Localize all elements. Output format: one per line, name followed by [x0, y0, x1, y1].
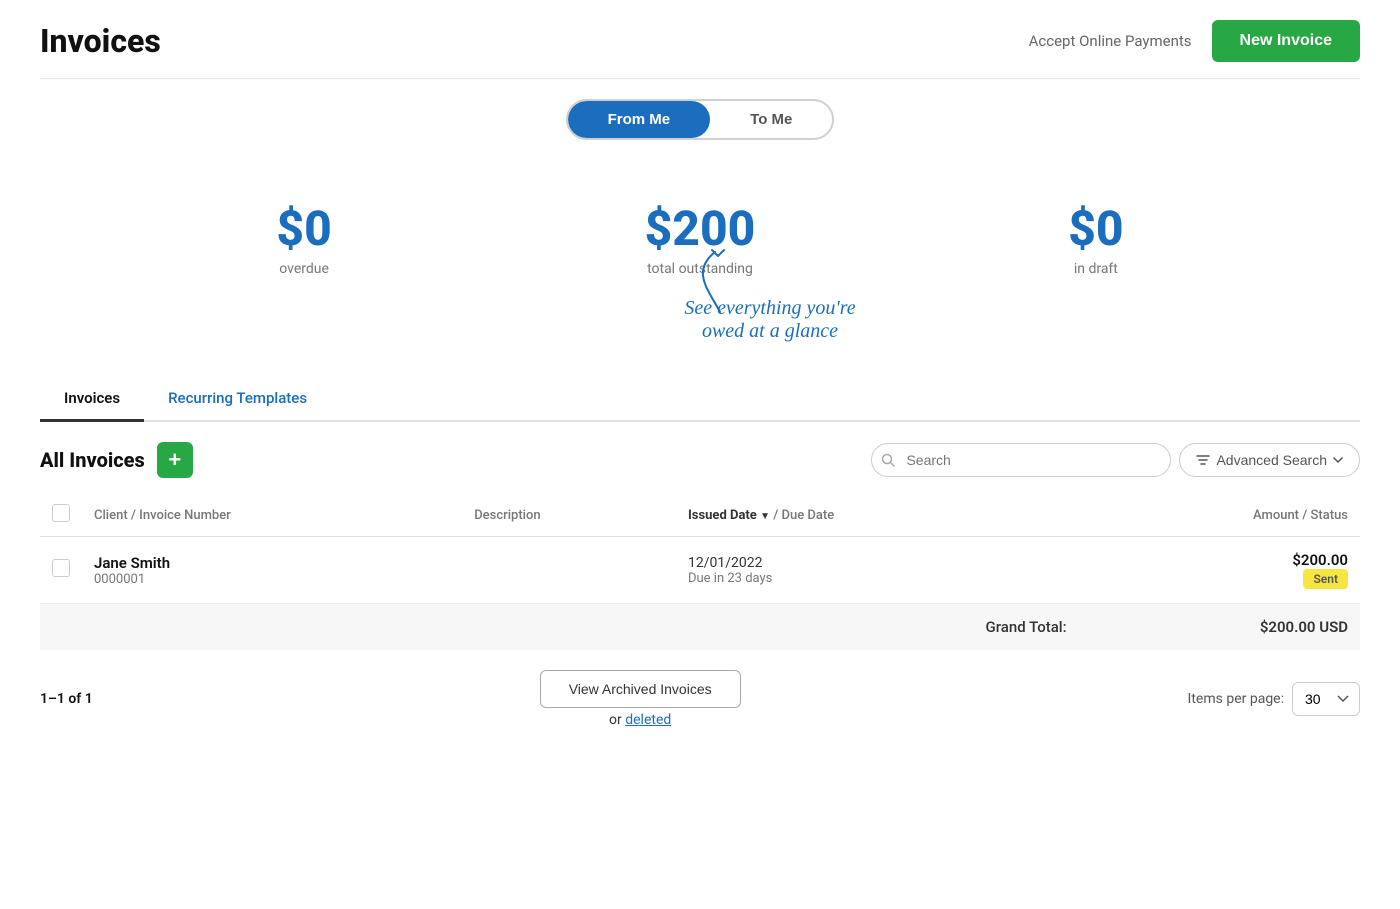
- table-row[interactable]: Jane Smith 0000001 12/01/2022 Due in 23 …: [40, 537, 1360, 604]
- status-badge: Sent: [1303, 569, 1348, 589]
- new-invoice-button[interactable]: New Invoice: [1212, 20, 1360, 62]
- draft-label: in draft: [1068, 261, 1123, 277]
- overdue-stat: $0 overdue: [276, 200, 331, 277]
- issued-date: 12/01/2022: [688, 555, 1067, 571]
- col-description: Description: [462, 494, 676, 537]
- invoices-bar: All Invoices + Advanced Search: [40, 442, 1360, 478]
- row-amount: $200.00: [1091, 551, 1348, 569]
- grand-total-value: $200.00 USD: [1260, 618, 1348, 636]
- advanced-search-button[interactable]: Advanced Search: [1179, 443, 1360, 477]
- items-per-page-label: Items per page:: [1188, 691, 1284, 707]
- deleted-link[interactable]: deleted: [625, 712, 671, 728]
- sort-icon: ▼: [760, 511, 770, 522]
- overdue-amount: $0: [276, 200, 331, 257]
- add-invoice-button[interactable]: +: [157, 442, 193, 478]
- select-all-checkbox[interactable]: [52, 504, 70, 522]
- items-per-page: Items per page: 10 30 50 100: [1188, 682, 1360, 716]
- row-description: [462, 537, 676, 604]
- due-text: Due in 23 days: [688, 571, 1067, 586]
- all-invoices-title: All Invoices: [40, 448, 145, 472]
- col-issued-date[interactable]: Issued Date ▼ / Due Date: [676, 494, 1079, 537]
- search-area: Advanced Search: [871, 443, 1360, 477]
- draft-amount: $0: [1068, 200, 1123, 257]
- accept-online-payments-link[interactable]: Accept Online Payments: [1029, 32, 1192, 50]
- draft-stat: $0 in draft: [1068, 200, 1123, 277]
- per-page-select[interactable]: 10 30 50 100: [1292, 682, 1360, 716]
- invoice-number: 0000001: [94, 572, 450, 587]
- filter-icon: [1196, 454, 1210, 466]
- chevron-down-icon: [1333, 457, 1343, 463]
- footer-center: View Archived Invoices or deleted: [540, 670, 741, 728]
- invoices-table: Client / Invoice Number Description Issu…: [40, 494, 1360, 650]
- or-deleted-text: or deleted: [609, 712, 671, 728]
- view-archived-button[interactable]: View Archived Invoices: [540, 670, 741, 708]
- from-to-toggle: From Me To Me: [566, 99, 835, 140]
- from-me-toggle[interactable]: From Me: [568, 101, 711, 138]
- page-title: Invoices: [40, 22, 161, 60]
- to-me-toggle[interactable]: To Me: [710, 101, 832, 138]
- pagination-info: 1–1 of 1: [40, 691, 93, 707]
- advanced-search-label: Advanced Search: [1216, 452, 1327, 468]
- overdue-label: overdue: [276, 261, 331, 277]
- row-checkbox[interactable]: [52, 559, 70, 577]
- search-icon: [881, 453, 895, 467]
- tab-invoices[interactable]: Invoices: [40, 377, 144, 422]
- col-client-invoice: Client / Invoice Number: [82, 494, 462, 537]
- table-footer: 1–1 of 1 View Archived Invoices or delet…: [40, 650, 1360, 736]
- client-name: Jane Smith: [94, 554, 450, 572]
- search-input[interactable]: [871, 443, 1171, 477]
- tabs-section: Invoices Recurring Templates: [40, 377, 1360, 422]
- tab-recurring-templates[interactable]: Recurring Templates: [144, 377, 331, 422]
- grand-total-label: Grand Total:: [986, 618, 1067, 636]
- col-amount-status: Amount / Status: [1079, 494, 1360, 537]
- grand-total-row: Grand Total: $200.00 USD: [40, 604, 1360, 651]
- annotation-arrow-icon: [680, 242, 760, 322]
- annotation-area: See everything you'reowed at a glance: [40, 297, 1360, 377]
